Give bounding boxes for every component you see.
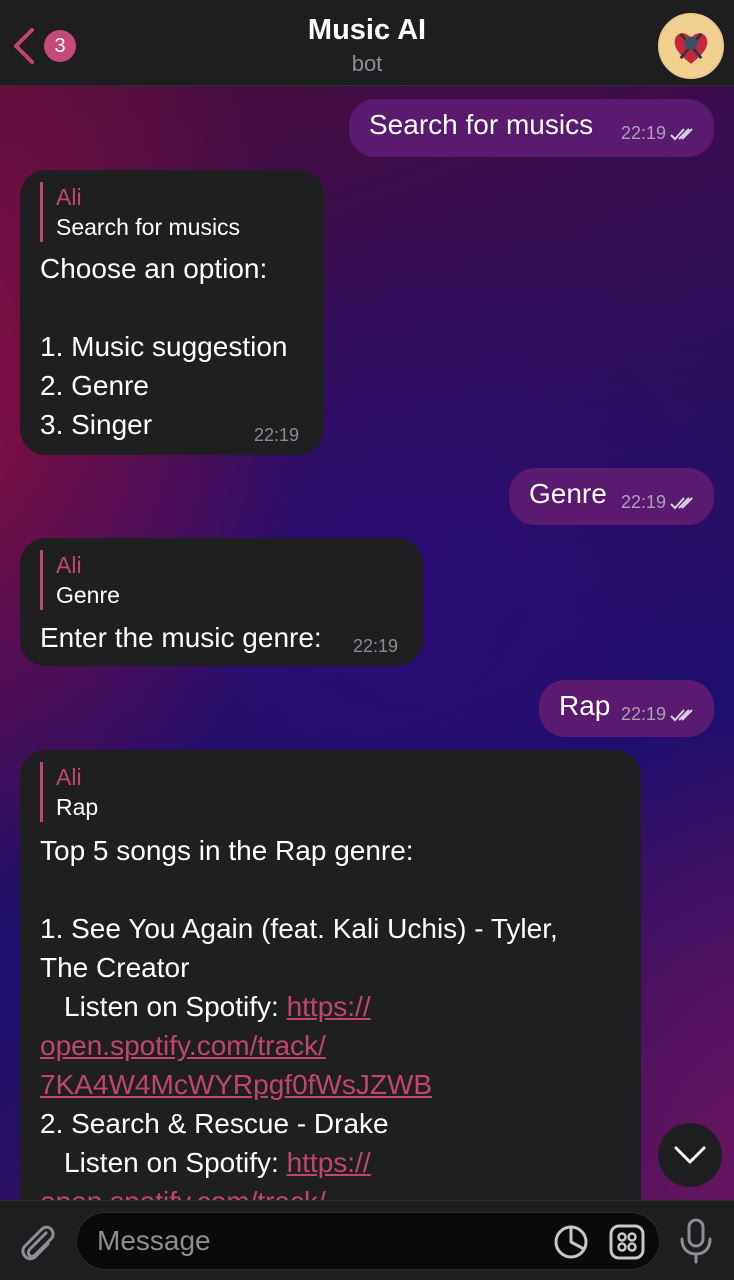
spotify-link[interactable]: 7KA4W4McWYRpgf0fWsJZWB bbox=[40, 1069, 432, 1100]
message-incoming[interactable]: Ali Rap Top 5 songs in the Rap genre: 1.… bbox=[20, 750, 641, 1200]
reply-quote[interactable]: Ali Search for musics bbox=[40, 182, 240, 242]
message-line: Listen on Spotify: https:// bbox=[40, 987, 558, 1026]
message-time: 22:19 bbox=[621, 123, 667, 143]
double-check-icon bbox=[670, 708, 693, 721]
chat-title-block[interactable]: Music AI bot bbox=[0, 14, 734, 77]
reply-quote[interactable]: Ali Genre bbox=[40, 550, 120, 610]
message-line bbox=[40, 288, 287, 327]
message-line: Listen on Spotify: https:// bbox=[40, 1143, 558, 1182]
message-line: 1. See You Again (feat. Kali Uchis) - Ty… bbox=[40, 913, 558, 944]
chat-title: Music AI bbox=[307, 14, 427, 46]
message-line: Top 5 songs in the Rap genre: bbox=[40, 835, 414, 866]
message-line: The Creator bbox=[40, 952, 190, 983]
message-input[interactable] bbox=[97, 1213, 537, 1269]
message-time: 22:19 bbox=[254, 425, 300, 445]
listen-label: Listen on Spotify: bbox=[64, 1147, 287, 1178]
double-check-icon bbox=[670, 496, 693, 509]
message-body: Enter the music genre: bbox=[40, 622, 322, 653]
message-text: Rap bbox=[559, 690, 611, 721]
message-line: 3. Singer bbox=[40, 409, 153, 440]
listen-label: Listen on Spotify: bbox=[64, 991, 287, 1022]
scroll-to-bottom-button[interactable] bbox=[658, 1123, 722, 1187]
message-line: 2. Search & Rescue - Drake bbox=[40, 1108, 389, 1139]
message-outgoing[interactable]: Genre 22:19 bbox=[509, 468, 714, 525]
chevron-down-icon bbox=[674, 1146, 706, 1164]
message-outgoing[interactable]: Rap 22:19 bbox=[539, 680, 714, 737]
message-field[interactable] bbox=[76, 1212, 660, 1270]
spotify-link[interactable]: open.spotify.com/track/ bbox=[40, 1030, 326, 1061]
message-incoming[interactable]: Ali Search for musics Choose an option: … bbox=[20, 170, 324, 455]
emoji-keyboard-icon[interactable] bbox=[609, 1224, 645, 1260]
reply-author: Ali bbox=[56, 184, 82, 210]
message-time: 22:19 bbox=[621, 704, 667, 724]
reply-author: Ali bbox=[56, 764, 82, 790]
chat-subtitle: bot bbox=[351, 51, 383, 76]
message-outgoing[interactable]: Search for musics 22:19 bbox=[349, 99, 714, 157]
reply-text: Genre bbox=[56, 582, 120, 608]
message-line: 7KA4W4McWYRpgf0fWsJZWB bbox=[40, 1065, 558, 1104]
paperclip-icon[interactable] bbox=[16, 1219, 58, 1263]
message-body: Choose an option: 1. Music suggestion 2.… bbox=[40, 249, 287, 444]
message-line: open.spotify.com/track/ bbox=[40, 1182, 558, 1200]
reply-quote[interactable]: Ali Rap bbox=[40, 762, 98, 822]
double-check-icon bbox=[670, 127, 693, 140]
message-incoming[interactable]: Ali Genre Enter the music genre: 22:19 bbox=[20, 538, 423, 666]
message-line: Choose an option: bbox=[40, 253, 268, 284]
message-line: 2. Genre bbox=[40, 370, 149, 401]
spotify-link[interactable]: https:// bbox=[287, 1147, 371, 1178]
message-line: 1. Music suggestion bbox=[40, 331, 288, 362]
avatar-image bbox=[661, 16, 721, 76]
message-input-bar bbox=[0, 1200, 734, 1280]
message-time: 22:19 bbox=[353, 636, 399, 656]
sticker-icon[interactable] bbox=[553, 1224, 589, 1260]
message-body: Top 5 songs in the Rap genre: 1. See You… bbox=[40, 831, 558, 1200]
message-text: Search for musics bbox=[369, 109, 594, 140]
message-line bbox=[40, 870, 558, 909]
reply-text: Search for musics bbox=[56, 214, 241, 240]
message-line: open.spotify.com/track/ bbox=[40, 1026, 558, 1065]
message-time: 22:19 bbox=[621, 492, 667, 512]
message-meta: 22:19 bbox=[621, 704, 696, 725]
message-meta: 22:19 bbox=[621, 123, 696, 144]
message-text: Genre bbox=[529, 478, 607, 509]
spotify-link[interactable]: https:// bbox=[287, 991, 371, 1022]
chat-messages[interactable]: Search for musics 22:19 Ali Search for m… bbox=[0, 86, 734, 1200]
message-meta: 22:19 bbox=[621, 492, 696, 513]
chat-header: 3 Music AI bot bbox=[0, 0, 734, 86]
spotify-link[interactable]: open.spotify.com/track/ bbox=[40, 1186, 326, 1200]
reply-text: Rap bbox=[56, 794, 99, 820]
reply-author: Ali bbox=[56, 552, 82, 578]
bot-avatar[interactable] bbox=[658, 13, 724, 79]
microphone-icon[interactable] bbox=[678, 1217, 714, 1265]
